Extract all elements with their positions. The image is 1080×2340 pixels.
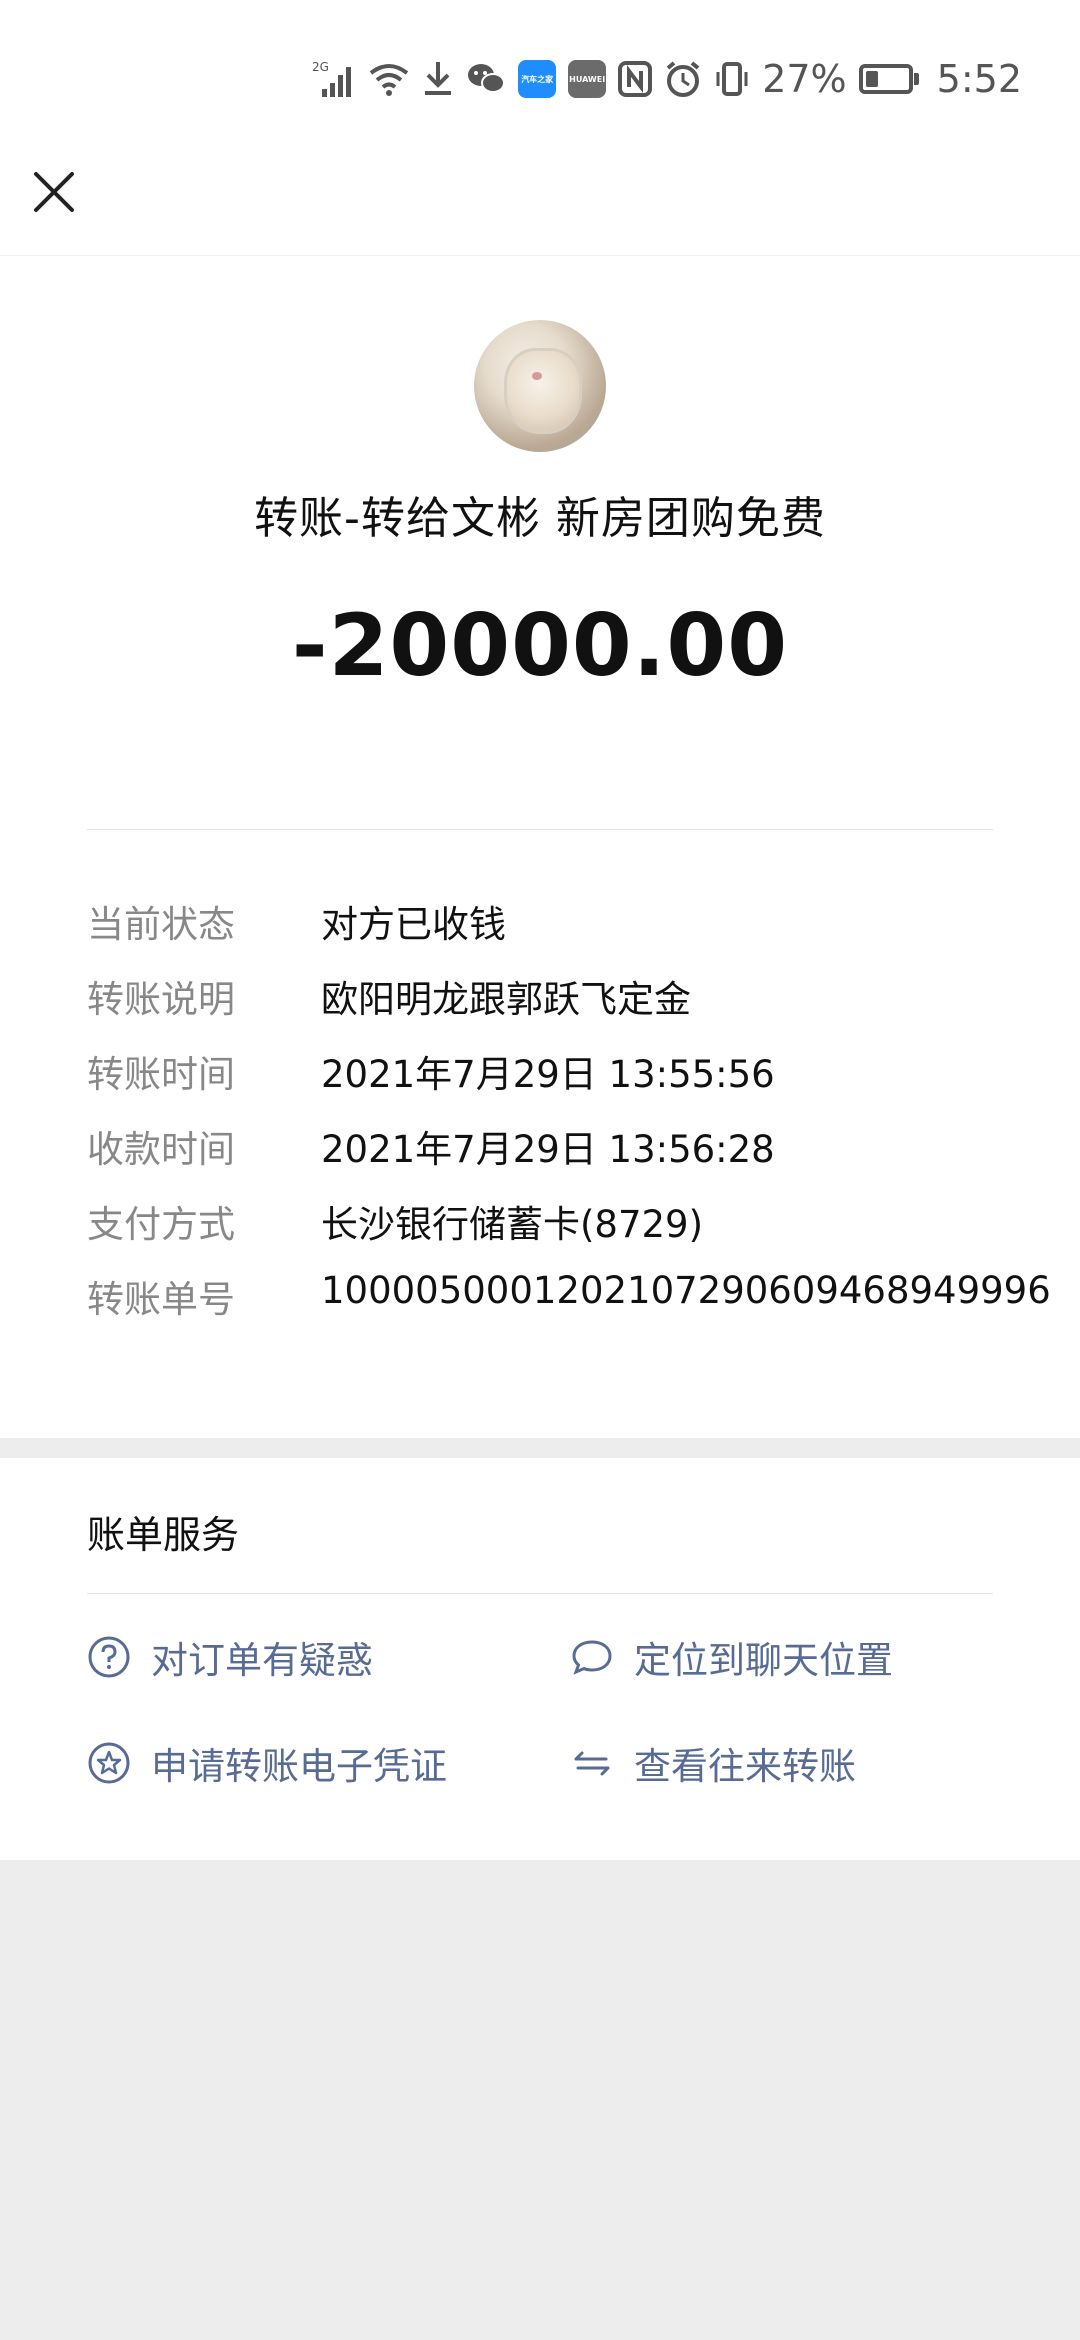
- autohome-app-icon: 汽车之家: [518, 60, 557, 98]
- cellular-signal-icon: 2G: [312, 59, 356, 99]
- detail-value: 欧阳明龙跟郭跃飞定金: [321, 978, 691, 1021]
- divider: [87, 1593, 993, 1594]
- transfer-amount: -20000.00: [291, 596, 789, 696]
- status-bar: 2G 汽车之家 HUAWEI 27% 5:52: [0, 0, 1080, 150]
- detail-label: 转账单号: [87, 1278, 235, 1321]
- service-label: 查看往来转账: [634, 1745, 856, 1788]
- vibrate-icon: [714, 60, 750, 98]
- transfer-title: 转账-转给文彬 新房团购免费: [254, 493, 826, 544]
- question-circle-icon: [87, 1635, 131, 1679]
- detail-label: 收款时间: [87, 1128, 235, 1171]
- detail-label: 当前状态: [87, 903, 235, 946]
- detail-value: 长沙银行储蓄卡(8729): [321, 1203, 704, 1246]
- locate-chat-link[interactable]: 定位到聊天位置: [570, 1630, 893, 1684]
- bill-services: 账单服务 对订单有疑惑 定位到聊天位置 申请转账电子凭证 查看往来转账: [0, 1458, 1080, 1860]
- detail-value: 2021年7月29日 13:56:28: [321, 1128, 775, 1171]
- clock: 5:52: [936, 57, 1022, 101]
- exchange-arrows-icon: [570, 1741, 614, 1785]
- section-separator: [0, 1438, 1080, 1458]
- battery-icon: [858, 64, 919, 94]
- download-icon: [422, 60, 454, 98]
- alarm-icon: [664, 60, 702, 98]
- detail-row-receive-time: 收款时间 2021年7月29日 13:56:28: [87, 1119, 1037, 1194]
- detail-value: 2021年7月29日 13:55:56: [321, 1053, 775, 1096]
- detail-label: 支付方式: [87, 1203, 235, 1246]
- star-circle-icon: [87, 1741, 131, 1785]
- chat-bubble-icon: [570, 1635, 614, 1679]
- svg-text:2G: 2G: [312, 60, 329, 74]
- service-label: 对订单有疑惑: [151, 1639, 373, 1682]
- order-question-link[interactable]: 对订单有疑惑: [87, 1630, 373, 1684]
- huawei-app-icon: HUAWEI: [568, 60, 607, 98]
- detail-label: 转账说明: [87, 978, 235, 1021]
- detail-row-order-number: 转账单号 1000050001202107290609468949996: [87, 1269, 1051, 1344]
- avatar: [474, 320, 606, 452]
- detail-label: 转账时间: [87, 1053, 235, 1096]
- wifi-icon: [368, 61, 410, 97]
- service-label: 定位到聊天位置: [634, 1639, 893, 1682]
- close-button[interactable]: [26, 164, 82, 220]
- nfc-icon: [618, 61, 653, 97]
- services-title: 账单服务: [87, 1513, 240, 1557]
- detail-row-status: 当前状态 对方已收钱: [87, 894, 1037, 969]
- detail-row-payment-method: 支付方式 长沙银行储蓄卡(8729): [87, 1194, 1037, 1269]
- wechat-icon: [466, 61, 506, 97]
- view-transfers-link[interactable]: 查看往来转账: [570, 1736, 856, 1790]
- apply-voucher-link[interactable]: 申请转账电子凭证: [87, 1736, 447, 1790]
- close-icon: [34, 172, 74, 212]
- battery-percent: 27%: [762, 57, 847, 101]
- detail-value: 对方已收钱: [321, 903, 506, 946]
- divider: [87, 829, 993, 830]
- detail-value: 1000050001202107290609468949996: [321, 1269, 1051, 1312]
- top-nav-bar: [0, 150, 1080, 256]
- service-label: 申请转账电子凭证: [151, 1745, 447, 1788]
- detail-row-transfer-time: 转账时间 2021年7月29日 13:55:56: [87, 1044, 1037, 1119]
- detail-row-note: 转账说明 欧阳明龙跟郭跃飞定金: [87, 969, 1037, 1044]
- transfer-details: 当前状态 对方已收钱 转账说明 欧阳明龙跟郭跃飞定金 转账时间 2021年7月2…: [87, 894, 1051, 1344]
